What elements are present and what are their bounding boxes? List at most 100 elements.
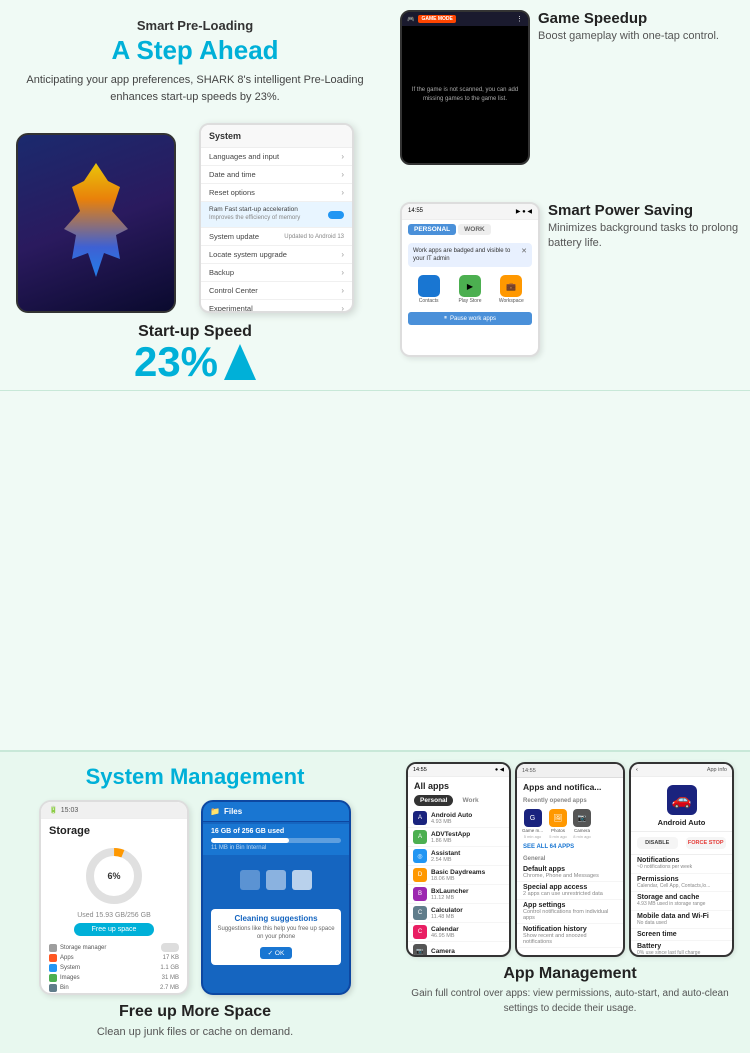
app-name: Calendar [431,926,504,933]
app-info-item: Permissions Calendar, Cell App, Contacts… [631,874,732,893]
app-item-info: Basic Daydreams 18.06 MB [431,869,504,882]
smart-power-info: Smart Power Saving Minimizes background … [548,202,740,252]
list-item: C Calendar 46.95 MB [408,923,509,942]
disable-button[interactable]: DISABLE [637,837,678,849]
app-item-info: Calculator 11.48 MB [431,907,504,920]
game-background [18,135,174,311]
see-all-button[interactable]: SEE ALL 64 APPS [517,842,623,852]
header-title: App info [707,767,727,773]
list-item: A ADVTestApp 1.86 MB [408,828,509,847]
settings-item-datetime: Date and time › [201,166,352,184]
game-speedup-section: 🎮 GAME MODE ⋮ If the game is not scanned… [400,10,740,192]
contacts-icon: 👤 [418,275,440,297]
free-up-space-button[interactable]: Free up space [74,923,154,936]
free-space-title: Free up More Space [97,1003,293,1021]
settings-item-backup: Backup › [201,264,352,282]
personal-tab[interactable]: PERSONAL [408,224,456,235]
storage-phone: 🔋 15:03 Storage 6% Used 15.93 GB/256 GB … [39,800,189,995]
legend-label: Storage manager [60,945,158,951]
settings-header: System [201,125,352,148]
game-screen-text: If the game is not scanned, you can add … [410,86,520,103]
all-apps-phone: 14:55 ● ◀ All apps Personal Work A Andro… [406,762,511,957]
app-management-desc: Gain full control over apps: view permis… [398,986,742,1016]
game-phone-mockup [16,133,176,313]
personal-tab[interactable]: Personal [414,795,453,806]
storage-title: Storage [41,819,187,840]
workspace-icon: 💼 [500,275,522,297]
game-speedup-desc: Boost gameplay with one-tap control. [538,29,740,44]
app-size: 2.54 MB [431,857,504,863]
info-title: Mobile data and Wi-Fi [637,913,726,920]
startup-speed-section: Start-up Speed 23% [134,323,256,383]
notif-title: Notification history [523,926,617,933]
game-mode-badge: GAME MODE [418,15,455,23]
list-item: ◎ Assistant 2.54 MB [408,847,509,866]
app-time: 5 min ago [549,834,567,839]
file-icon-2 [266,870,286,890]
arrow-icon: › [341,286,344,295]
ok-button[interactable]: ✓ OK [260,947,293,959]
top-right-section: 🎮 GAME MODE ⋮ If the game is not scanned… [390,0,750,393]
game-phone-header: 🎮 GAME MODE ⋮ [402,12,528,26]
pause-work-apps-button[interactable]: ⏸ Pause work apps [408,312,532,325]
daydreams-icon: D [413,868,427,882]
contacts-label: Contacts [419,298,439,304]
assistant-icon: ◎ [413,849,427,863]
info-title: Screen time [637,931,726,938]
info-title: Battery [637,943,726,950]
arrow-icon: › [341,152,344,161]
battery-icon: 🔋 [49,806,58,814]
app-size: 1.86 MB [431,838,504,844]
settings-item-sub: Updated to Android 13 [284,234,344,240]
app-list-tabs: Personal Work [408,795,509,806]
all-apps-title: All apps [408,777,509,795]
bin-color [49,984,57,992]
toggle-icon[interactable] [161,943,179,952]
legend-system: System 1.1 GB [49,964,179,972]
header-time: 14:55 [522,768,536,774]
info-desc: Calendar, Cell App, Contacts,lo... [637,883,726,890]
step-ahead-title: A Step Ahead [111,35,278,66]
settings-item-locale: Locate system upgrade › [201,246,352,264]
settings-item-label: Backup [209,268,234,277]
app-actions: DISABLE FORCE STOP [631,832,732,855]
legend-size: 17 KB [154,955,179,961]
phone-settings-container: System Languages and input › Date and ti… [16,113,374,313]
app-info-name: Android Auto [658,818,706,827]
toggle-icon[interactable] [328,211,344,219]
notif-item: Default apps Chrome, Phone and Messages [517,864,623,882]
storage-bar-container: 16 GB of 256 GB used 11 MB in Bin Intern… [203,824,349,855]
legend-storage-manager: Storage manager [49,943,179,952]
settings-item-label: Control Center [209,286,258,295]
work-tab[interactable]: WORK [458,224,491,235]
header-time: 14:55 [413,767,427,773]
smart-power-title: Smart Power Saving [548,202,740,219]
settings-item-label: Reset options [209,188,255,197]
storage-manager-color [49,944,57,952]
arrow-icon: › [341,170,344,179]
notif-desc: 2 apps can use unrestricted data [523,891,617,897]
legend-label: Bin [60,985,151,991]
list-item: B BxLauncher 11.12 MB [408,885,509,904]
close-icon[interactable]: ✕ [521,247,527,257]
info-title: Notifications [637,857,726,864]
pause-icon: ⏸ [444,315,447,322]
notif-item: Notification history Show recent and sno… [517,924,623,948]
bottom-phones-container: 🔋 15:03 Storage 6% Used 15.93 GB/256 GB … [39,800,351,995]
general-section-label: General [517,854,623,864]
force-stop-button[interactable]: FORCE STOP [686,837,727,849]
ps-status-icons: ▶ ● ◀ [516,208,532,215]
app-name: Calculator [431,907,504,914]
files-header: 📁 Files [203,802,349,822]
app-management-section: 14:55 ● ◀ All apps Personal Work A Andro… [390,752,750,1053]
files-phone: 📁 Files 16 GB of 256 GB used 11 MB in Bi… [201,800,351,995]
ps-notification: Work apps are badged and visible to your… [408,243,532,268]
work-tab[interactable]: Work [456,795,484,806]
back-icon[interactable]: ‹ [636,767,638,773]
app-info-item: Battery 0% use since last full charge [631,941,732,957]
game-app-icon: G [524,809,542,827]
arrow-up-icon [224,344,256,380]
legend-bin: Bin 2.7 MB [49,984,179,992]
notif-desc: Chrome, Phone and Messages [523,873,617,879]
files-icon: 📁 [210,807,220,816]
